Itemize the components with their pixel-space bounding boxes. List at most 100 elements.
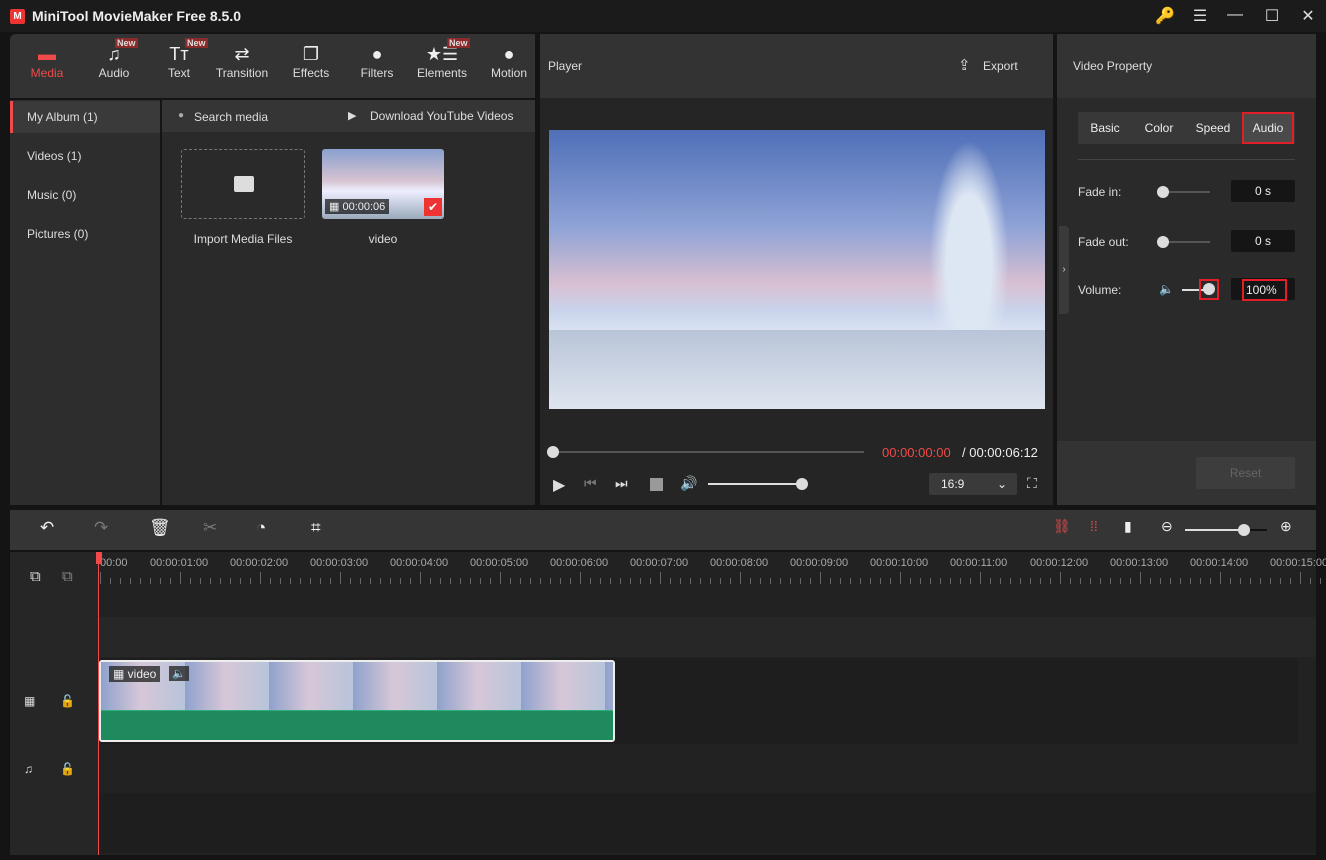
delete-icon[interactable]: 🗑 (149, 518, 171, 538)
link-icon[interactable]: ⛓ (1053, 518, 1071, 535)
sidebar-item-videos[interactable]: Videos (1) (10, 140, 160, 172)
folder-icon (234, 176, 254, 192)
ruler-mark (1320, 578, 1321, 584)
fade-out-knob[interactable] (1157, 236, 1169, 248)
volume-icon[interactable]: 🔊 (680, 475, 697, 492)
ruler-mark (1120, 578, 1121, 584)
ruler-mark (260, 572, 261, 584)
import-label: Import Media Files (193, 232, 293, 246)
ruler-mark (700, 578, 701, 584)
zoom-knob[interactable] (1238, 524, 1250, 536)
search-media-input[interactable]: Search media (194, 110, 268, 124)
collapse-panel-handle[interactable]: › (1059, 226, 1069, 314)
ruler-mark (540, 578, 541, 584)
fade-in-field[interactable]: 0 s (1231, 180, 1295, 202)
ruler-mark (460, 578, 461, 584)
export-button[interactable]: Export (983, 59, 1018, 73)
lock-icon[interactable]: 🔓 (60, 694, 75, 708)
aspect-ratio-select[interactable]: 16:9 ⌄ (929, 473, 1017, 495)
video-clip[interactable]: ▦ video 🔈 (99, 660, 615, 742)
add-track-icon[interactable]: ⧉ (30, 568, 41, 585)
ruler-mark (1240, 578, 1241, 584)
redo-icon[interactable]: ↷ (94, 518, 108, 538)
ruler-mark (480, 578, 481, 584)
close-button[interactable]: ✕ (1298, 6, 1318, 26)
volume-knob-highlight[interactable] (1199, 279, 1219, 300)
zoom-out-icon[interactable]: ⊖ (1161, 518, 1173, 535)
tab-color[interactable]: Color (1134, 112, 1184, 144)
aspect-value: 16:9 (941, 477, 965, 491)
ruler-mark (1270, 578, 1271, 584)
ruler-tick-label: 00:00:14:00 (1190, 557, 1249, 569)
ruler-mark (180, 572, 181, 584)
tab-audio-property[interactable]: Audio (1242, 112, 1294, 144)
app-logo: M (10, 9, 25, 24)
tab-label: Audio (98, 66, 130, 80)
ruler-mark (490, 578, 491, 584)
ruler-mark (810, 578, 811, 584)
ruler-mark (100, 572, 101, 584)
undo-icon[interactable]: ↶ (40, 518, 54, 538)
tab-transition[interactable]: ⇄ Transition (208, 42, 276, 80)
player-header (540, 34, 1053, 98)
unlink-icon[interactable]: ⁞⁞ (1090, 518, 1098, 534)
ruler-mark (120, 578, 121, 584)
ruler-mark (250, 578, 251, 584)
ruler-mark (630, 578, 631, 584)
lock-icon[interactable]: 🔓 (60, 762, 75, 776)
menu-icon[interactable]: ☰ (1190, 6, 1210, 26)
playhead-handle[interactable] (96, 552, 102, 564)
sidebar-item-music[interactable]: Music (0) (10, 179, 160, 211)
playhead[interactable] (98, 552, 99, 855)
fade-out-field[interactable]: 0 s (1231, 230, 1295, 252)
audio-mix-icon[interactable]: ▮ (1124, 518, 1132, 535)
progress-knob[interactable] (547, 446, 559, 458)
minimize-button[interactable]: — (1225, 6, 1245, 24)
zoom-slider[interactable] (1185, 529, 1267, 531)
remove-track-icon[interactable]: ⧉ (62, 568, 73, 585)
film-icon: ▦ (24, 694, 36, 708)
fade-in-knob[interactable] (1157, 186, 1169, 198)
sidebar-item-my-album[interactable]: My Album (1) (10, 101, 160, 133)
film-icon: ▦ (113, 667, 128, 681)
download-youtube-link[interactable]: Download YouTube Videos (370, 109, 513, 123)
tab-media[interactable]: ▬ Media (13, 42, 81, 80)
playback-progress[interactable] (553, 451, 864, 453)
ruler-mark (740, 572, 741, 584)
player-volume-slider[interactable] (708, 483, 802, 485)
video-preview (549, 130, 1045, 409)
ruler-mark (1200, 578, 1201, 584)
tab-speed[interactable]: Speed (1188, 112, 1238, 144)
tab-basic[interactable]: Basic (1080, 112, 1130, 144)
speaker-icon: 🔈 (1159, 282, 1174, 296)
play-button[interactable]: ▶ (553, 475, 565, 495)
speed-icon[interactable]: ◔ (256, 518, 266, 538)
tab-motion[interactable]: ● Motion (475, 42, 543, 80)
ruler-mark (500, 572, 501, 584)
split-icon[interactable]: ✂ (203, 518, 217, 538)
ruler-mark (1050, 578, 1051, 584)
tab-filters[interactable]: ● Filters (343, 42, 411, 80)
tab-effects[interactable]: ❐ Effects (277, 42, 345, 80)
prev-frame-button[interactable]: ⏮ (584, 475, 597, 492)
new-badge: New (115, 38, 138, 48)
next-frame-button[interactable]: ⏭ (615, 475, 628, 492)
import-media-button[interactable] (181, 149, 305, 219)
ruler-mark (1190, 578, 1191, 584)
ruler-mark (1250, 578, 1251, 584)
volume-field[interactable]: 100% (1242, 279, 1287, 301)
clip-label: ▦ video (109, 666, 161, 682)
zoom-in-icon[interactable]: ⊕ (1280, 518, 1292, 535)
ruler-tick-label: 00:00:10:00 (870, 557, 929, 569)
key-icon[interactable]: 🔑 (1155, 6, 1175, 26)
volume-knob[interactable] (796, 478, 808, 490)
maximize-button[interactable]: ☐ (1262, 6, 1282, 26)
clip-audio-icon[interactable]: 🔈 (169, 666, 189, 681)
volume-knob[interactable] (1203, 283, 1215, 295)
tab-audio[interactable]: ♫ Audio (80, 42, 148, 80)
sidebar-item-pictures[interactable]: Pictures (0) (10, 218, 160, 250)
stop-button[interactable] (650, 478, 663, 491)
fullscreen-icon[interactable]: ⛶ (1027, 475, 1037, 492)
crop-icon[interactable]: ⌗ (311, 518, 321, 538)
reset-button[interactable]: Reset (1196, 457, 1295, 489)
